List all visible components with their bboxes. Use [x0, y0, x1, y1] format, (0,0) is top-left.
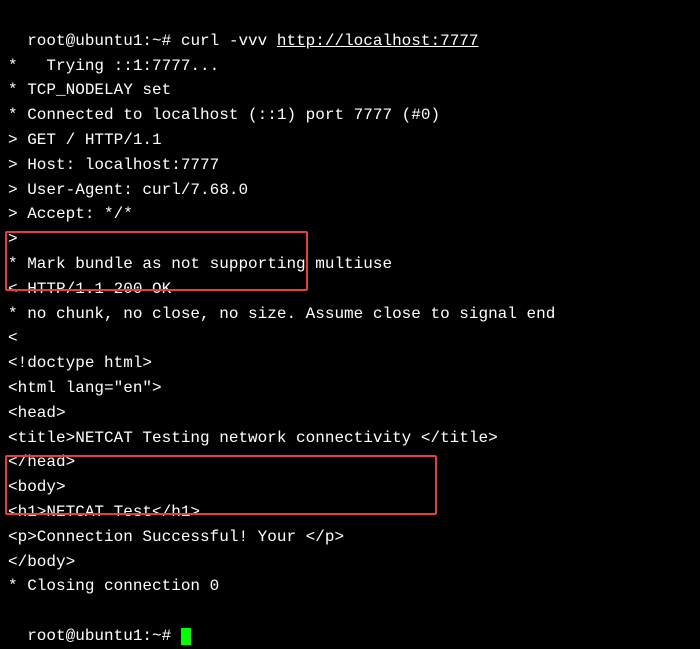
cmd-url: http://localhost:7777: [277, 32, 479, 50]
terminal-line: * Mark bundle as not supporting multiuse: [8, 252, 692, 277]
terminal-line: > Accept: */*: [8, 202, 692, 227]
terminal-cursor: [181, 628, 191, 645]
terminal-line: <p>Connection Successful! Your </p>: [8, 525, 692, 550]
terminal-line: <html lang="en">: [8, 376, 692, 401]
terminal-line: * TCP_NODELAY set: [8, 78, 692, 103]
prompt: root@ubuntu1:~#: [27, 627, 181, 645]
terminal-line: > User-Agent: curl/7.68.0: [8, 178, 692, 203]
terminal-line: <h1>NETCAT Test</h1>: [8, 500, 692, 525]
terminal-line: * Connected to localhost (::1) port 7777…: [8, 103, 692, 128]
terminal-line: </head>: [8, 450, 692, 475]
terminal-line: <head>: [8, 401, 692, 426]
terminal-line-command: root@ubuntu1:~# curl -vvv http://localho…: [8, 4, 692, 54]
terminal-line: * Trying ::1:7777...: [8, 54, 692, 79]
terminal-line: * Closing connection 0: [8, 574, 692, 599]
terminal-line: <title>NETCAT Testing network connectivi…: [8, 426, 692, 451]
terminal-line-prompt[interactable]: root@ubuntu1:~#: [8, 599, 692, 649]
terminal-line: <body>: [8, 475, 692, 500]
terminal-line: * no chunk, no close, no size. Assume cl…: [8, 302, 692, 327]
terminal-line: <: [8, 326, 692, 351]
terminal-line: <!doctype html>: [8, 351, 692, 376]
terminal-line: > Host: localhost:7777: [8, 153, 692, 178]
prompt: root@ubuntu1:~#: [27, 32, 171, 50]
terminal-line: > GET / HTTP/1.1: [8, 128, 692, 153]
terminal-line: < HTTP/1.1 200 OK: [8, 277, 692, 302]
terminal-line: >: [8, 227, 692, 252]
cmd-part-a: curl -vvv: [171, 32, 277, 50]
